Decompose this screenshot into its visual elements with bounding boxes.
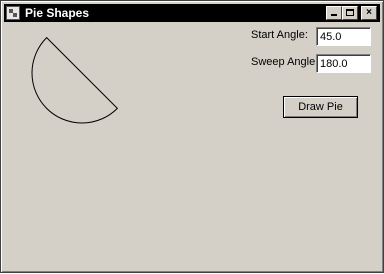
draw-pie-button[interactable]: Draw Pie — [283, 96, 358, 118]
sweep-angle-field[interactable] — [316, 54, 371, 73]
app-window: Pie Shapes × Start Angle: Sweep Angle: D… — [0, 0, 384, 273]
pie-shape — [31, 36, 119, 124]
start-angle-field[interactable] — [316, 27, 371, 46]
sweep-angle-label: Sweep Angle: — [251, 56, 319, 68]
start-angle-label: Start Angle: — [251, 29, 308, 41]
